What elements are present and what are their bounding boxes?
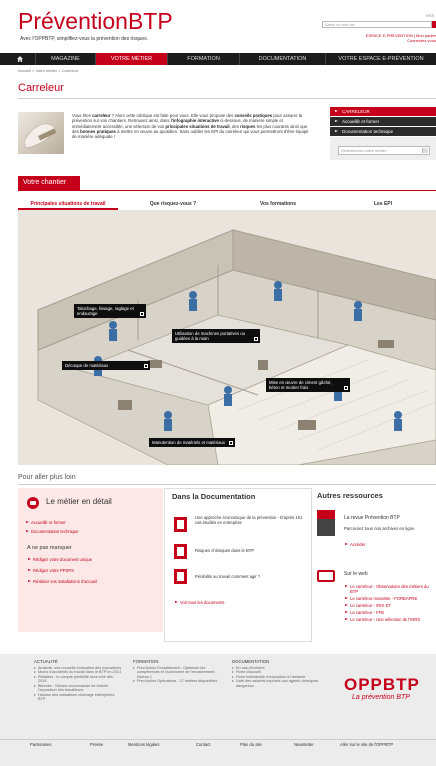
plus-icon — [344, 386, 348, 390]
web-link-iris[interactable]: Le carreleur - IRIS-ST — [344, 603, 391, 608]
footer-actualite: ACTUALITÉ Amiante, une nouvelle évaluati… — [34, 659, 122, 702]
doc-item-3[interactable]: Pénibilité au travail comment agir ? — [195, 574, 305, 579]
footer-link-presse[interactable]: Presse — [90, 742, 103, 747]
nav-home[interactable] — [0, 53, 36, 65]
link-documentation-technique[interactable]: Documentation technique — [25, 529, 79, 534]
plus-icon — [229, 441, 233, 445]
plus-icon — [144, 364, 148, 368]
home-icon — [17, 56, 23, 62]
link-document-unique[interactable]: Rédigez votre document unique — [27, 557, 92, 562]
tab-situations[interactable]: Principales situations de travail — [18, 198, 118, 210]
monitor-icon — [317, 570, 335, 582]
metier-detail-title: Le métier en détail — [46, 497, 112, 506]
side-menu-documentation[interactable]: Documentation technique — [330, 127, 436, 136]
nav-espace-eprevention[interactable]: VOTRE ESPACE E-PRÉVENTION — [326, 53, 436, 65]
document-icon — [174, 517, 187, 532]
nav-documentation[interactable]: DOCUMENTATION — [240, 53, 326, 65]
site-tagline: Avec l'OPPBTP, simplifiez-vous la préven… — [20, 36, 149, 42]
link-ppsps[interactable]: Rédigez votre PPSPS — [27, 568, 74, 573]
footer-news-item[interactable]: Hausse des cotisations chômage intempéri… — [34, 693, 122, 702]
nav-votre-metier[interactable]: VOTRE MÉTIER — [96, 53, 168, 65]
plus-icon — [254, 337, 258, 341]
documentation-title: Dans la Documentation — [172, 492, 256, 501]
situation-machines[interactable]: Utilisation de machines portatives ou gu… — [172, 329, 260, 343]
speech-bubble-icon — [27, 497, 39, 509]
footer-documentation: DOCUMENTATION En cas d'incident Fiche d'… — [232, 659, 324, 688]
oppbtp-logo[interactable]: OPPBTP — [344, 675, 420, 695]
site-logo[interactable]: PréventionBTP — [18, 8, 173, 34]
web-link-inrs[interactable]: Le carreleur - Une sélection de l'INRS — [344, 617, 436, 622]
chantier-tabs: Principales situations de travail Que ri… — [18, 198, 436, 210]
metier-select[interactable]: Sélectionnez votre métier — [338, 146, 430, 155]
interactive-infographic[interactable]: Talochage, lissage, raglage et endaurage… — [18, 210, 436, 466]
situation-decoupe[interactable]: Découpe de matériaux — [62, 361, 150, 370]
web-link-forbapre[interactable]: Le carreleur mosaïste - FORBAPRE — [344, 596, 417, 601]
tab-epi[interactable]: Les EPI — [333, 198, 433, 210]
situation-talochage[interactable]: Talochage, lissage, raglage et endaurage — [74, 304, 146, 318]
tab-risques[interactable]: Que risquez-vous ? — [123, 198, 223, 210]
documentation-box: Dans la Documentation Une approche écono… — [164, 488, 312, 642]
tab-formations[interactable]: Vos formations — [228, 198, 328, 210]
revue-title: La revue Prévention BTP — [344, 515, 400, 521]
footer-link-contact[interactable]: Contact — [196, 742, 210, 747]
intro-text: Vous êtes carreleur ? Alors cette rubriq… — [72, 113, 309, 140]
rss-link[interactable]: RSS — [426, 13, 434, 18]
web-link-observatoire[interactable]: Le carreleur - Observatoire des métiers … — [344, 584, 436, 594]
section-divider — [18, 484, 436, 485]
votre-chantier-heading: Votre chantier — [18, 176, 80, 190]
breadcrumb: Accueil > Votre métier > Carreleur — [18, 68, 79, 73]
footer-formation-item[interactable]: Prev'Action Opérateurs - 27 métiers disp… — [133, 679, 221, 684]
footer-link-oppbtp[interactable]: Aller sur le site de l'OPPBTP — [340, 742, 393, 747]
carreleur-photo — [18, 112, 64, 154]
footer-formation: FORMATION Prev'Action Encadrement - Opti… — [133, 659, 221, 684]
chevron-down-icon — [422, 148, 428, 153]
plus-icon — [140, 312, 144, 316]
search-button[interactable] — [432, 21, 436, 28]
chantier-divider — [18, 190, 436, 191]
sur-le-web-title: Sur le web — [344, 571, 368, 577]
hand-trowel-image — [23, 123, 57, 149]
espace-eprevention-link[interactable]: ESPACE E-PRÉVENTION — [366, 33, 413, 38]
situation-ciment[interactable]: Mise en œuvre de ciment gâché, béton et … — [266, 378, 350, 392]
footer: ACTUALITÉ Amiante, une nouvelle évaluati… — [0, 654, 436, 766]
connectez-vous-link[interactable]: Connectez-vous — [407, 38, 436, 43]
footer-links-bar: Partenaires Presse Mentions légales Cont… — [0, 739, 436, 749]
footer-link-plan[interactable]: Plan du site — [240, 742, 262, 747]
oppbtp-slogan: La prévention BTP — [352, 694, 410, 701]
header-links: ESPACE E-PRÉVENTION | Mon panier Connect… — [365, 33, 436, 43]
document-icon — [174, 569, 187, 584]
side-menu-accueillir[interactable]: Accueillir et former — [330, 117, 436, 126]
link-installations[interactable]: Réalisez vos installations d'accueil — [27, 579, 97, 584]
autres-ressources-title: Autres ressources — [317, 491, 383, 500]
section-title-pour-aller: Pour aller plus loin — [18, 474, 76, 481]
voir-tous-documents-link[interactable]: Voir tous les documents — [174, 600, 224, 605]
nav-magazine[interactable]: MAGAZINE — [36, 53, 96, 65]
metier-detail-box: Le métier en détail Accueillir et former… — [18, 488, 163, 632]
nav-formation[interactable]: FORMATION — [168, 53, 240, 65]
document-icon — [174, 544, 187, 559]
web-link-ffb[interactable]: Le carreleur - FFB — [344, 610, 384, 615]
main-nav: MAGAZINE VOTRE MÉTIER FORMATION DOCUMENT… — [0, 53, 436, 65]
ne-pas-manquer-heading: A ne pas manquer — [27, 545, 72, 551]
magazine-cover-image — [317, 510, 335, 536]
doc-item-2[interactable]: Risques chimiques dans le BTP — [195, 548, 305, 553]
page: { "header": { "logo": "PréventionBTP", "… — [0, 0, 436, 766]
acceder-link[interactable]: Accéder — [344, 542, 365, 547]
revue-text: Parcourez tous nos archives en ligne — [344, 526, 415, 531]
search-input[interactable]: Saisir un mot clé — [322, 21, 432, 28]
footer-link-mentions[interactable]: Mentions légales — [128, 742, 159, 747]
footer-link-newsletter[interactable]: Newsletter — [294, 742, 314, 747]
footer-news-item[interactable]: Bitumes : l'Anses recommande de réduire … — [34, 684, 122, 693]
footer-link-partenaires[interactable]: Partenaires — [30, 742, 51, 747]
doc-item-1[interactable]: Une approche économique de la prévention… — [195, 515, 305, 525]
link-accueillir[interactable]: Accueillir et former — [25, 520, 66, 525]
autres-ressources-box: Autres ressources La revue Prévention BT… — [312, 488, 436, 638]
title-divider — [18, 98, 436, 99]
footer-news-item[interactable]: Retraites : le compte pénibilité sera cr… — [34, 675, 122, 684]
situation-manutention[interactable]: Manutention de matériels et matériaux — [149, 438, 235, 447]
footer-doc-item[interactable]: Liste des salariés exposés aux agents ch… — [232, 679, 324, 688]
side-menu-carreleur[interactable]: CARRELEUR — [330, 107, 436, 116]
page-title: Carreleur — [18, 82, 64, 94]
footer-formation-item[interactable]: Prev'Action Encadrement - Optimiser les … — [133, 666, 221, 680]
